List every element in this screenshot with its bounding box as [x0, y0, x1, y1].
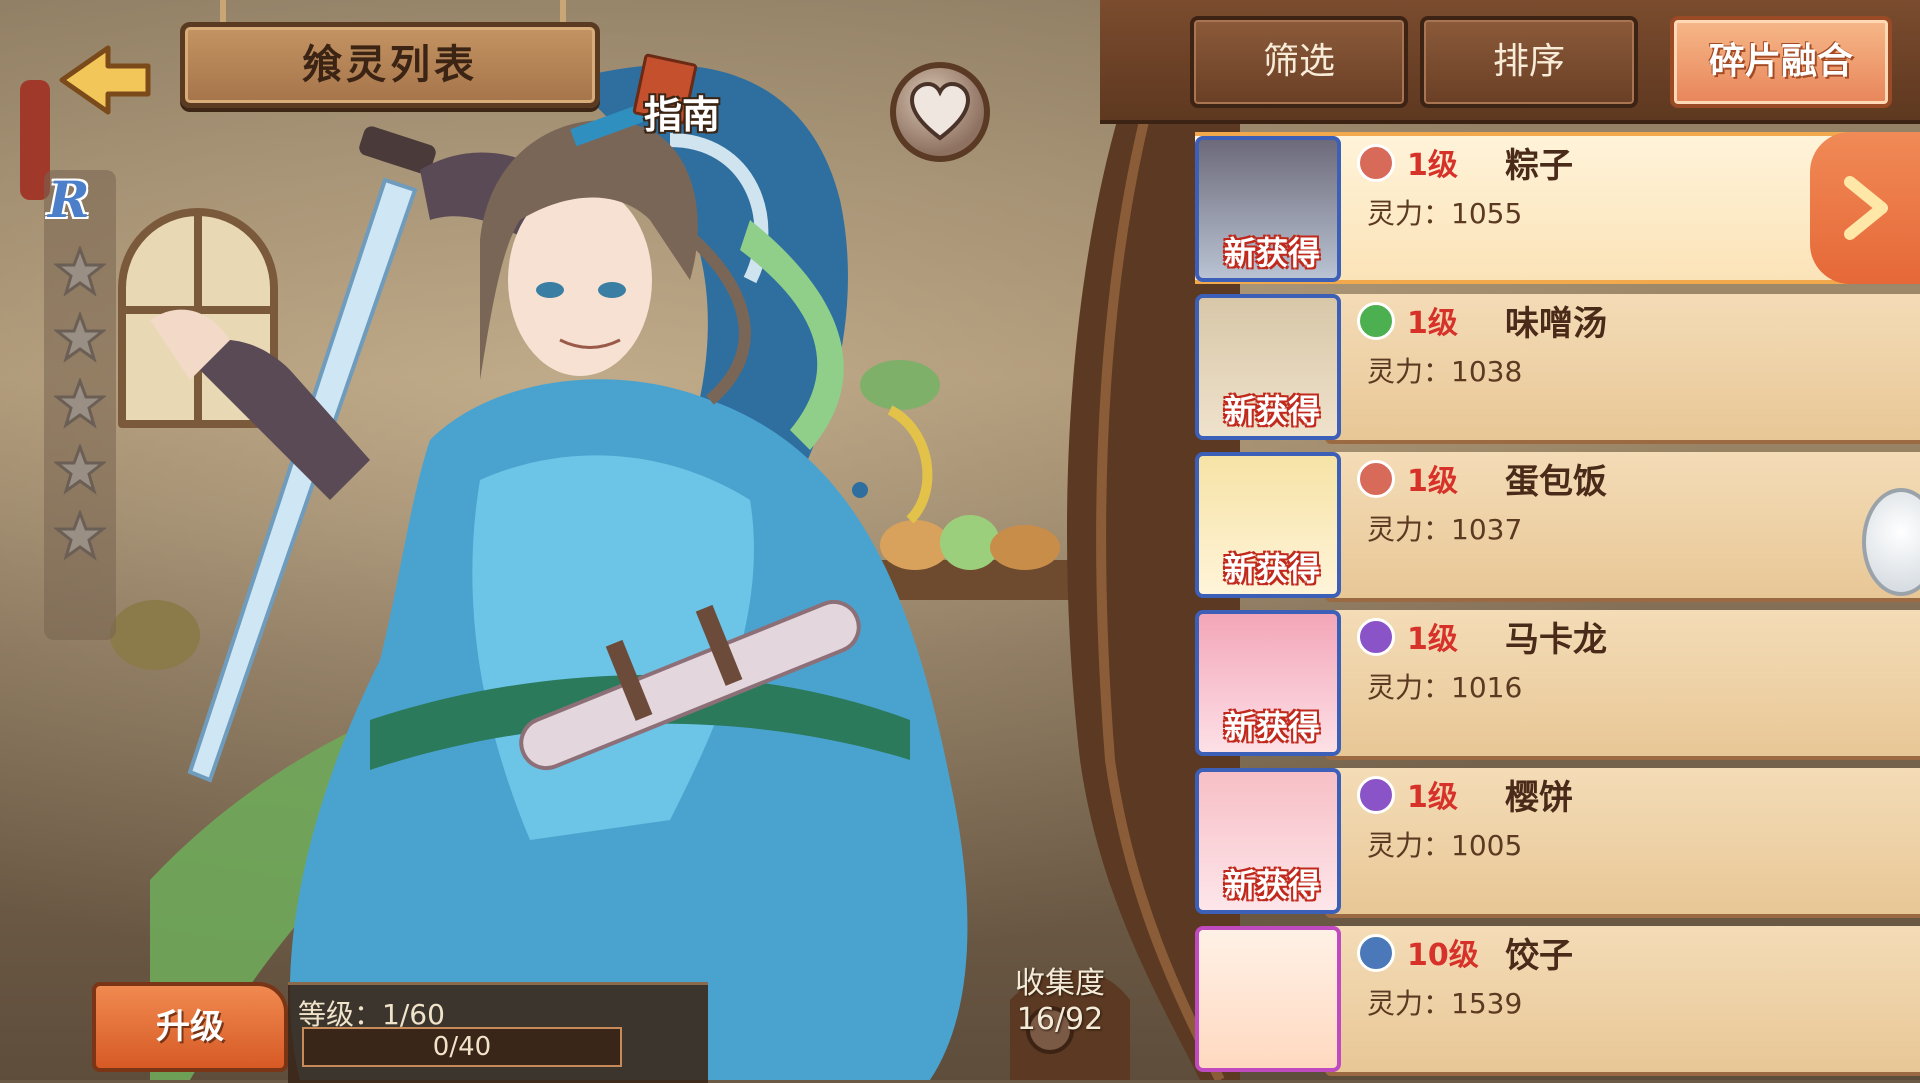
- spirit-name: 樱饼: [1505, 778, 1573, 818]
- spirit-power: 灵力：1539: [1367, 987, 1523, 1020]
- level-label: 1级: [1407, 780, 1458, 815]
- guide-button[interactable]: 指南: [630, 53, 730, 137]
- magic-icon: [1357, 776, 1395, 814]
- upgrade-label: 升级: [156, 1007, 224, 1047]
- exp-bar: 0/40: [302, 1027, 622, 1067]
- level-label: 1级: [1407, 622, 1458, 657]
- spirit-power: 灵力：1016: [1367, 671, 1523, 704]
- filter-label: 筛选: [1262, 41, 1335, 82]
- exp-text: 0/40: [432, 1032, 492, 1062]
- new-tag: 新获得: [1223, 550, 1320, 588]
- heart-icon: [909, 81, 971, 141]
- page-title: 飨灵列表: [302, 42, 478, 88]
- upgrade-button[interactable]: 升级: [92, 982, 288, 1072]
- spirit-name: 饺子: [1505, 936, 1573, 976]
- new-tag: 新获得: [1223, 392, 1320, 430]
- list-item[interactable]: 新获得 1级 樱饼 灵力：1005: [1195, 764, 1920, 918]
- back-button[interactable]: [48, 40, 158, 120]
- portrait-macaron: 新获得: [1195, 610, 1341, 756]
- spirit-name: 马卡龙: [1505, 620, 1607, 660]
- fragment-fusion-button[interactable]: 碎片融合: [1670, 16, 1892, 108]
- list-item[interactable]: 新获得 1级 蛋包饭 灵力：1037: [1195, 448, 1920, 602]
- fusion-label: 碎片融合: [1708, 41, 1853, 82]
- food-spirit-list[interactable]: 新获得 1级 粽子 灵力：1055 新获得 1级 味噌汤 灵力：1038 新获得…: [1195, 130, 1920, 1080]
- star-icon: [54, 378, 106, 429]
- spirit-name: 蛋包饭: [1505, 462, 1607, 502]
- new-tag: 新获得: [1223, 708, 1320, 746]
- rarity-badge: R: [48, 170, 90, 229]
- portrait-dumpling: [1195, 926, 1341, 1072]
- level-panel: 等级：1/60 0/40: [288, 982, 708, 1083]
- spirit-power: 灵力：1038: [1367, 355, 1523, 388]
- list-item[interactable]: 新获得 1级 马卡龙 灵力：1016: [1195, 606, 1920, 760]
- guide-label: 指南: [644, 93, 721, 137]
- detail-arrow-tab[interactable]: [1810, 132, 1920, 284]
- new-tag: 新获得: [1223, 866, 1320, 904]
- character-illustration: [150, 65, 968, 1080]
- spirit-name: 粽子: [1505, 146, 1573, 186]
- new-tag: 新获得: [1223, 234, 1320, 272]
- chevron-right-icon: [1844, 176, 1888, 240]
- attack-icon: [1357, 460, 1395, 498]
- spirit-power: 灵力：1055: [1367, 197, 1523, 230]
- spirit-power: 灵力：1005: [1367, 829, 1523, 862]
- attack-icon: [1357, 144, 1395, 182]
- spirit-power: 灵力：1037: [1367, 513, 1523, 546]
- star-icon: [54, 510, 106, 561]
- collection-value: 16/92: [1016, 1002, 1104, 1037]
- magic-icon: [1357, 618, 1395, 656]
- sort-label: 排序: [1492, 41, 1565, 82]
- filter-button[interactable]: 筛选: [1190, 16, 1408, 154]
- spirit-name: 味噌汤: [1505, 304, 1607, 344]
- star-icon: [54, 312, 106, 363]
- title-plank: 飨灵列表: [180, 22, 600, 108]
- list-item[interactable]: 新获得 1级 味噌汤 灵力：1038: [1195, 290, 1920, 444]
- star-icon: [54, 246, 106, 297]
- sort-button[interactable]: 排序: [1420, 16, 1638, 108]
- defense-icon: [1357, 934, 1395, 972]
- level-label: 1级: [1407, 464, 1458, 499]
- portrait-zongzi: 新获得: [1195, 136, 1341, 282]
- level-label: 10级: [1407, 938, 1479, 973]
- star-icon: [54, 444, 106, 495]
- favorite-button[interactable]: [890, 62, 990, 162]
- list-item[interactable]: 10级 饺子 灵力：1539: [1195, 922, 1920, 1076]
- portrait-miso-soup: 新获得: [1195, 294, 1341, 440]
- heal-icon: [1357, 302, 1395, 340]
- collection-progress: 收集度 16/92: [1000, 958, 1120, 1037]
- level-label: 1级: [1407, 148, 1458, 183]
- list-item[interactable]: 新获得 1级 粽子 灵力：1055: [1195, 132, 1920, 284]
- portrait-omurice: 新获得: [1195, 452, 1341, 598]
- back-arrow-icon: [59, 45, 151, 115]
- portrait-sakura-mochi: 新获得: [1195, 768, 1341, 914]
- level-label: 1级: [1407, 306, 1458, 341]
- collection-label: 收集度: [1015, 966, 1105, 1001]
